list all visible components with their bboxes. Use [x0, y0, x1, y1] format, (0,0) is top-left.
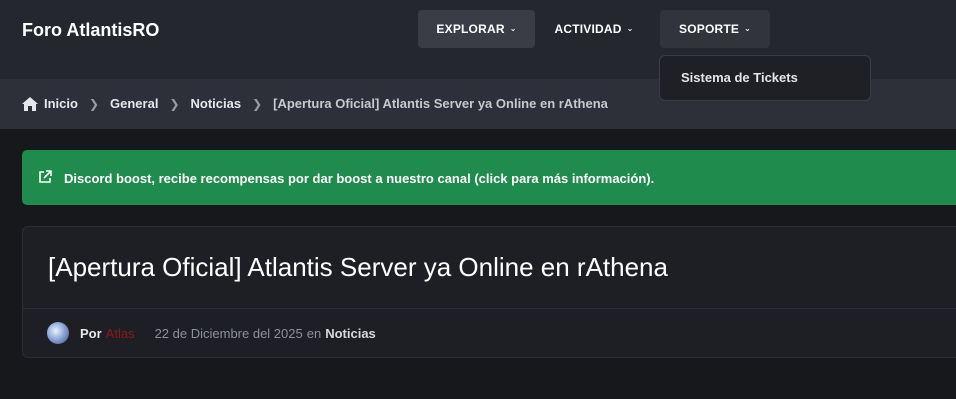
- home-icon: [22, 96, 38, 111]
- breadcrumb-inicio[interactable]: Inicio: [44, 96, 78, 111]
- discord-boost-alert[interactable]: Discord boost, recibe recompensas por da…: [22, 150, 956, 205]
- article-title: [Apertura Oficial] Atlantis Server ya On…: [48, 252, 668, 282]
- article-meta: Por Atlas 22 de Diciembre del 2025 en No…: [47, 322, 376, 344]
- chevron-down-icon: ⌄: [626, 23, 634, 33]
- site-title[interactable]: Foro AtlantisRO: [22, 20, 159, 41]
- in-label: en: [306, 325, 322, 341]
- breadcrumb-current: [Apertura Oficial] Atlantis Server ya On…: [273, 96, 608, 111]
- avatar[interactable]: [47, 322, 69, 344]
- nav-actividad[interactable]: ACTIVIDAD ⌄: [546, 10, 642, 48]
- nav-explorar-label: EXPLORAR: [436, 22, 505, 36]
- chevron-down-icon: ⌄: [509, 23, 517, 33]
- external-link-icon: [39, 170, 52, 183]
- nav-explorar[interactable]: EXPLORAR ⌄: [418, 10, 535, 48]
- breadcrumb: Inicio ❯ General ❯ Noticias ❯ [Apertura …: [22, 96, 608, 111]
- chevron-right-icon: ❯: [169, 96, 180, 111]
- author-link[interactable]: Atlas: [106, 326, 135, 341]
- nav-actividad-label: ACTIVIDAD: [554, 22, 622, 36]
- post-date: 22 de Diciembre del 2025: [154, 325, 303, 341]
- breadcrumb-noticias[interactable]: Noticias: [191, 96, 242, 111]
- dropdown-item-sistema-tickets[interactable]: Sistema de Tickets: [681, 70, 798, 85]
- divider: [23, 308, 956, 309]
- chevron-right-icon: ❯: [88, 96, 100, 111]
- category-link[interactable]: Noticias: [325, 326, 376, 341]
- chevron-right-icon: ❯: [252, 96, 263, 111]
- article-header: [Apertura Oficial] Atlantis Server ya On…: [22, 226, 956, 358]
- nav-soporte[interactable]: SOPORTE ⌄: [660, 10, 770, 48]
- by-label: Por: [80, 325, 102, 341]
- nav-soporte-label: SOPORTE: [679, 22, 740, 36]
- soporte-dropdown-menu: Sistema de Tickets: [659, 55, 871, 101]
- alert-text: Discord boost, recibe recompensas por da…: [64, 171, 655, 186]
- breadcrumb-general[interactable]: General: [110, 96, 158, 111]
- chevron-down-icon: ⌄: [744, 23, 751, 33]
